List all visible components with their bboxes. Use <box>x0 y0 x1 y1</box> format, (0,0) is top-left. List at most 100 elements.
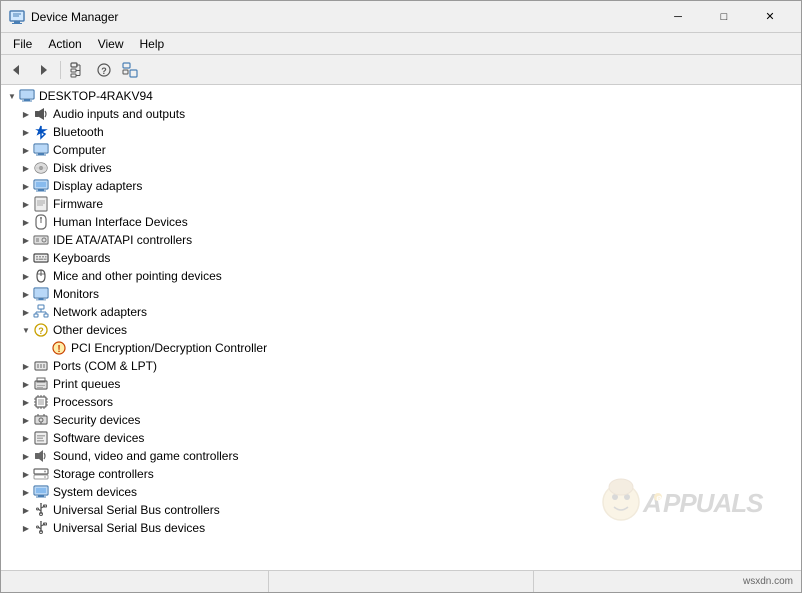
tree-item-computer[interactable]: Computer <box>1 141 801 159</box>
tree-item-processors[interactable]: Processors <box>1 393 801 411</box>
tree-item-mice[interactable]: Mice and other pointing devices <box>1 267 801 285</box>
svg-text:!: ! <box>57 344 60 355</box>
tree-item-storage[interactable]: Storage controllers <box>1 465 801 483</box>
help-button[interactable]: ? <box>92 58 116 82</box>
tree-item-ports[interactable]: Ports (COM & LPT) <box>1 357 801 375</box>
tree-item-audio[interactable]: Audio inputs and outputs <box>1 105 801 123</box>
menu-bar: File Action View Help <box>1 33 801 55</box>
bluetooth-label: Bluetooth <box>53 125 104 139</box>
ports-label: Ports (COM & LPT) <box>53 359 157 373</box>
network-expander <box>19 305 33 319</box>
network-label: Network adapters <box>53 305 147 319</box>
tree-item-print[interactable]: Print queues <box>1 375 801 393</box>
tree-item-monitors[interactable]: Monitors <box>1 285 801 303</box>
mice-icon <box>33 268 49 284</box>
sound-label: Sound, video and game controllers <box>53 449 238 463</box>
system-icon <box>33 484 49 500</box>
keyboard-expander <box>19 251 33 265</box>
display-expander <box>19 179 33 193</box>
tree-item-bluetooth[interactable]: Bluetooth <box>1 123 801 141</box>
other-expander <box>19 323 33 337</box>
root-label: DESKTOP-4RAKV94 <box>39 89 153 103</box>
tree-item-sound[interactable]: Sound, video and game controllers <box>1 447 801 465</box>
keyboard-label: Keyboards <box>53 251 110 265</box>
tree-item-disk[interactable]: Disk drives <box>1 159 801 177</box>
processors-label: Processors <box>53 395 113 409</box>
ports-expander <box>19 359 33 373</box>
tree-item-pci[interactable]: ! PCI Encryption/Decryption Controller <box>1 339 801 357</box>
device-tree[interactable]: DESKTOP-4RAKV94 Audio inputs and outputs <box>1 85 801 570</box>
firmware-label: Firmware <box>53 197 103 211</box>
system-label: System devices <box>53 485 137 499</box>
display-label: Display adapters <box>53 179 142 193</box>
close-button[interactable]: ✕ <box>747 1 793 33</box>
tree-item-firmware[interactable]: Firmware <box>1 195 801 213</box>
monitors-label: Monitors <box>53 287 99 301</box>
firmware-icon <box>33 196 49 212</box>
status-wsxdn: wsxdn.com <box>743 576 793 587</box>
menu-action[interactable]: Action <box>40 35 89 53</box>
print-label: Print queues <box>53 377 120 391</box>
firmware-expander <box>19 197 33 211</box>
tree-root[interactable]: DESKTOP-4RAKV94 <box>1 87 801 105</box>
status-left <box>5 571 269 592</box>
maximize-button[interactable]: □ <box>701 1 747 33</box>
display-icon <box>33 178 49 194</box>
usb-ctrl-expander <box>19 503 33 517</box>
print-icon <box>33 376 49 392</box>
ide-icon <box>33 232 49 248</box>
svg-text:?: ? <box>101 66 107 76</box>
menu-view[interactable]: View <box>90 35 132 53</box>
network-icon <box>33 304 49 320</box>
root-expander <box>5 89 19 103</box>
back-button[interactable] <box>5 58 29 82</box>
tree-item-network[interactable]: Network adapters <box>1 303 801 321</box>
status-bar: wsxdn.com <box>1 570 801 592</box>
usb-dev-expander <box>19 521 33 535</box>
computer-icon <box>19 88 35 104</box>
hid-icon <box>33 214 49 230</box>
hid-expander <box>19 215 33 229</box>
tree-item-display[interactable]: Display adapters <box>1 177 801 195</box>
toolbar-separator-1 <box>60 61 61 79</box>
window-title: Device Manager <box>31 10 655 24</box>
tree-item-system[interactable]: System devices <box>1 483 801 501</box>
tree-item-ide[interactable]: IDE ATA/ATAPI controllers <box>1 231 801 249</box>
menu-file[interactable]: File <box>5 35 40 53</box>
usb-dev-label: Universal Serial Bus devices <box>53 521 205 535</box>
tree-item-security[interactable]: Security devices <box>1 411 801 429</box>
processors-expander <box>19 395 33 409</box>
audio-icon <box>33 106 49 122</box>
ide-expander <box>19 233 33 247</box>
menu-help[interactable]: Help <box>132 35 173 53</box>
title-bar: Device Manager ─ □ ✕ <box>1 1 801 33</box>
app-icon <box>9 9 25 25</box>
security-expander <box>19 413 33 427</box>
mice-expander <box>19 269 33 283</box>
computer-expander <box>19 143 33 157</box>
monitors-expander <box>19 287 33 301</box>
tree-item-keyboard[interactable]: Keyboards <box>1 249 801 267</box>
keyboard-icon <box>33 250 49 266</box>
tree-item-usb-dev[interactable]: Universal Serial Bus devices <box>1 519 801 537</box>
status-middle <box>269 571 533 592</box>
forward-button[interactable] <box>31 58 55 82</box>
minimize-button[interactable]: ─ <box>655 1 701 33</box>
software-icon <box>33 430 49 446</box>
bluetooth-icon <box>33 124 49 140</box>
usb-ctrl-icon <box>33 502 49 518</box>
window-controls: ─ □ ✕ <box>655 1 793 33</box>
tree-item-software[interactable]: Software devices <box>1 429 801 447</box>
storage-icon <box>33 466 49 482</box>
disk-icon <box>33 160 49 176</box>
status-right: wsxdn.com <box>534 571 797 592</box>
software-expander <box>19 431 33 445</box>
print-expander <box>19 377 33 391</box>
computer-icon2 <box>33 142 49 158</box>
mice-label: Mice and other pointing devices <box>53 269 222 283</box>
tree-item-other[interactable]: ? Other devices <box>1 321 801 339</box>
tree-item-usb-ctrl[interactable]: Universal Serial Bus controllers <box>1 501 801 519</box>
tree-item-hid[interactable]: Human Interface Devices <box>1 213 801 231</box>
device-tree-button[interactable] <box>66 58 90 82</box>
scan-button[interactable] <box>118 58 142 82</box>
